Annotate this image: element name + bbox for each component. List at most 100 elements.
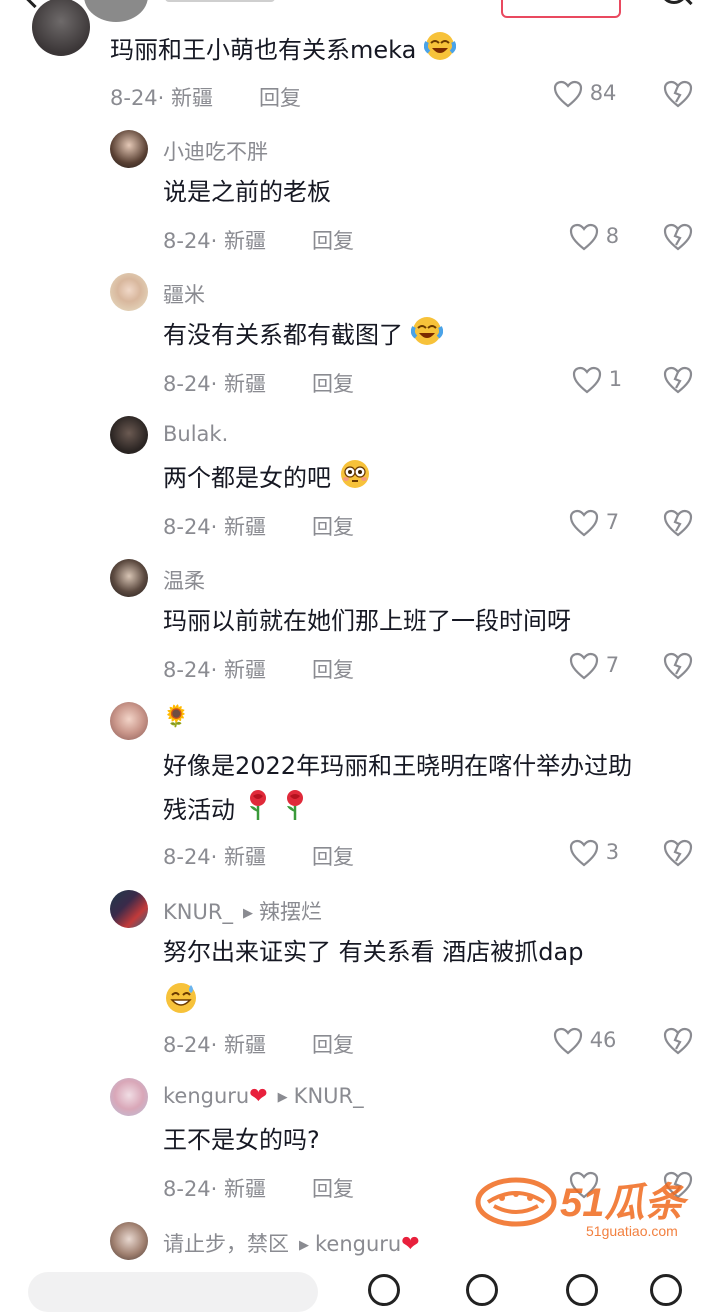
watermark-url: 51guatiao.com xyxy=(586,1223,678,1239)
bottom-bar xyxy=(0,1262,722,1312)
dislike-button[interactable] xyxy=(663,839,693,867)
like-button[interactable]: 7 xyxy=(569,652,619,680)
username[interactable]: 请止步，禁区 ▶ kenguru❤ xyxy=(163,1228,420,1258)
watermark-logo: 51瓜条 51guatiao.com xyxy=(474,1172,706,1244)
username[interactable]: kenguru❤ ▶ KNUR_ xyxy=(163,1084,364,1109)
heart-icon xyxy=(553,1027,583,1055)
broken-heart-icon xyxy=(663,366,693,394)
username[interactable]: KNUR_ ▶ 辣摆烂 xyxy=(163,896,322,926)
avatar[interactable] xyxy=(110,416,148,454)
rose-emoji xyxy=(243,788,273,836)
follow-button[interactable] xyxy=(501,0,621,18)
comment-text: 玛丽和王小萌也有关系meka xyxy=(110,28,457,76)
red-heart-icon: ❤ xyxy=(249,1084,268,1109)
like-count: 8 xyxy=(605,224,620,248)
username[interactable]: Bulak. xyxy=(163,422,228,446)
reply-button[interactable]: 回复 xyxy=(312,841,354,871)
reply-button[interactable]: 回复 xyxy=(259,82,301,112)
like-count: 3 xyxy=(605,840,620,864)
username[interactable]: 小迪吃不胖 xyxy=(163,136,268,166)
avatar[interactable] xyxy=(110,702,148,740)
comment-input[interactable] xyxy=(28,1272,318,1312)
reply-to-user[interactable]: 辣摆烂 xyxy=(259,900,322,924)
red-heart-icon: ❤ xyxy=(401,1232,420,1257)
avatar[interactable] xyxy=(110,890,148,928)
like-count: 7 xyxy=(605,653,620,677)
reply-to-user[interactable]: KNUR_ xyxy=(294,1084,364,1108)
heart-icon xyxy=(569,223,599,251)
avatar[interactable] xyxy=(110,273,148,311)
reply-arrow-icon: ▶ xyxy=(242,906,253,921)
comment-text-line-1: 好像是2022年玛丽和王晓明在喀什举办过助 xyxy=(163,752,633,780)
reply-to-user[interactable]: kenguru xyxy=(315,1232,401,1256)
reply-arrow-icon: ▶ xyxy=(277,1090,288,1105)
author-avatar[interactable] xyxy=(84,0,148,22)
broken-heart-icon xyxy=(663,1027,693,1055)
reply-button[interactable]: 回复 xyxy=(312,654,354,684)
broken-heart-icon xyxy=(663,652,693,680)
like-button[interactable]: 46 xyxy=(553,1027,616,1055)
reply-arrow-icon: ▶ xyxy=(299,1238,309,1253)
heart-icon xyxy=(553,80,583,108)
search-icon[interactable] xyxy=(660,0,688,4)
heart-icon xyxy=(569,509,599,537)
broken-heart-icon xyxy=(663,80,693,108)
comment-meta: 8-24· 新疆 xyxy=(163,1033,267,1057)
reply-button[interactable]: 回复 xyxy=(312,225,354,255)
username[interactable]: 🌻 xyxy=(163,704,189,729)
send-icon[interactable] xyxy=(650,1274,682,1306)
reply-button[interactable]: 回复 xyxy=(312,1029,354,1059)
like-count: 1 xyxy=(608,367,623,391)
laugh-cry-emoji xyxy=(410,315,443,361)
dislike-button[interactable] xyxy=(663,1027,693,1055)
avatar[interactable] xyxy=(110,130,148,168)
comment-meta: 8-24· 新疆 xyxy=(163,229,267,253)
dislike-button[interactable] xyxy=(663,80,693,108)
like-button[interactable]: 8 xyxy=(569,223,619,251)
comment-meta: 8-24· 新疆 xyxy=(163,372,267,396)
author-name[interactable] xyxy=(165,0,275,2)
like-button[interactable]: 84 xyxy=(553,80,616,108)
comment-meta: 8-24· 新疆 xyxy=(110,86,214,110)
like-button[interactable]: 7 xyxy=(569,509,619,537)
laugh-cry-emoji xyxy=(423,30,457,76)
sweat-smile-emoji xyxy=(163,980,199,1020)
comment-text: 玛丽以前就在她们那上班了一段时间呀 xyxy=(163,607,571,635)
comment-text-line-2: 残活动 xyxy=(163,788,310,836)
avatar[interactable] xyxy=(32,0,90,56)
comment-text: 两个都是女的吧 xyxy=(163,456,371,504)
dislike-button[interactable] xyxy=(663,509,693,537)
comment-text: 说是之前的老板 xyxy=(163,178,331,206)
like-count: 46 xyxy=(589,1028,617,1052)
username[interactable]: 温柔 xyxy=(163,565,205,595)
emoji-icon[interactable] xyxy=(466,1274,498,1306)
avatar[interactable] xyxy=(110,1078,148,1116)
like-button[interactable]: 3 xyxy=(569,839,619,867)
flushed-emoji xyxy=(339,458,371,504)
image-icon[interactable] xyxy=(566,1274,598,1306)
heart-icon xyxy=(572,366,602,394)
comment-text: 王不是女的吗? xyxy=(163,1126,320,1154)
reply-button[interactable]: 回复 xyxy=(312,511,354,541)
like-button[interactable]: 1 xyxy=(572,366,622,394)
like-count: 7 xyxy=(605,510,620,534)
username[interactable]: 疆米 xyxy=(163,279,205,309)
broken-heart-icon xyxy=(663,509,693,537)
comment-meta: 8-24· 新疆 xyxy=(163,515,267,539)
dislike-button[interactable] xyxy=(663,223,693,251)
like-count: 84 xyxy=(589,81,617,105)
top-bar xyxy=(0,0,722,22)
mention-icon[interactable] xyxy=(368,1274,400,1306)
comment-meta: 8-24· 新疆 xyxy=(163,658,267,682)
rose-emoji xyxy=(280,788,310,836)
watermark-brand: 51瓜条 xyxy=(560,1181,689,1225)
reply-button[interactable]: 回复 xyxy=(312,368,354,398)
heart-icon xyxy=(569,652,599,680)
reply-button[interactable]: 回复 xyxy=(312,1173,354,1203)
avatar[interactable] xyxy=(110,559,148,597)
dislike-button[interactable] xyxy=(663,366,693,394)
comment-meta: 8-24· 新疆 xyxy=(163,1177,267,1201)
avatar[interactable] xyxy=(110,1222,148,1260)
broken-heart-icon xyxy=(663,223,693,251)
dislike-button[interactable] xyxy=(663,652,693,680)
